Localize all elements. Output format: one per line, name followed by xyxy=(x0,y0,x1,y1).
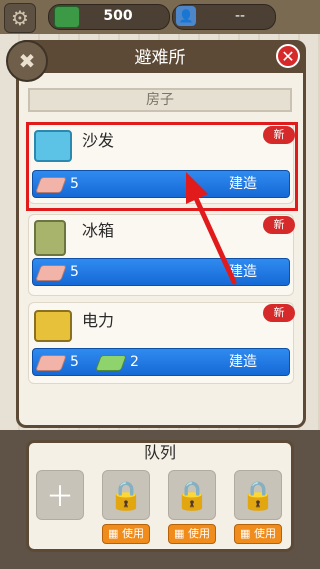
cash-value: 500 xyxy=(103,8,133,24)
film-icon: ▦ xyxy=(108,527,119,540)
cash-icon xyxy=(54,6,80,28)
lock-icon: 🔒 xyxy=(108,478,144,512)
generator-icon xyxy=(34,310,72,342)
component-cost: 2 xyxy=(130,354,139,370)
wrench-screwdriver-icon: ✖ xyxy=(6,40,48,82)
film-icon: ▦ xyxy=(240,527,251,540)
material-cost: 5 xyxy=(70,354,79,370)
lock-icon: 🔒 xyxy=(174,478,210,512)
plus-icon: ＋ xyxy=(45,480,74,513)
build-label: 建造 xyxy=(229,264,257,280)
use-button[interactable]: ▦ 使用 xyxy=(234,524,282,544)
use-button[interactable]: ▦ 使用 xyxy=(102,524,150,544)
item-name: 电力 xyxy=(82,311,115,330)
panel-title: 避难所 xyxy=(134,48,186,68)
locked-slot: 🔒 xyxy=(102,470,150,520)
category-label: 房子 xyxy=(28,88,292,112)
use-label: 使用 xyxy=(253,527,276,540)
locked-slot: 🔒 xyxy=(168,470,216,520)
tutorial-highlight-box xyxy=(26,122,298,211)
locked-slot: 🔒 xyxy=(234,470,282,520)
fridge-icon xyxy=(34,220,66,256)
use-label: 使用 xyxy=(121,527,144,540)
use-label: 使用 xyxy=(187,527,210,540)
use-button[interactable]: ▦ 使用 xyxy=(168,524,216,544)
population-value: -- xyxy=(234,8,246,24)
item-name: 冰箱 xyxy=(82,221,115,240)
material-cost: 5 xyxy=(70,264,79,280)
new-badge: 新 xyxy=(263,304,295,322)
add-slot-button[interactable]: ＋ xyxy=(36,470,84,520)
film-icon: ▦ xyxy=(174,527,185,540)
person-icon: 👤 xyxy=(176,6,196,26)
settings-gear-icon[interactable]: ⚙ xyxy=(4,3,36,33)
build-label: 建造 xyxy=(229,354,257,370)
new-badge: 新 xyxy=(263,216,295,234)
lock-icon: 🔒 xyxy=(240,478,276,512)
queue-title: 队列 xyxy=(143,443,176,462)
close-button[interactable]: ✕ xyxy=(276,44,300,68)
